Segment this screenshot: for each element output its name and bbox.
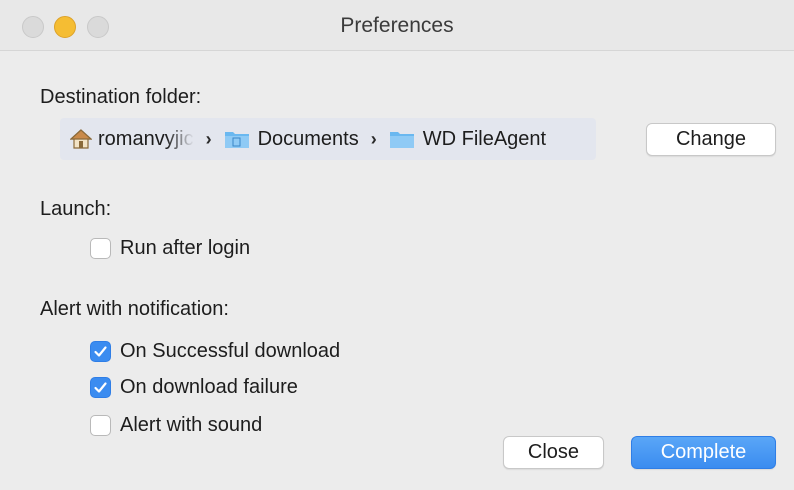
run-after-login-checkbox[interactable]: [90, 238, 111, 259]
home-icon: [70, 129, 92, 149]
complete-button[interactable]: Complete: [631, 436, 776, 469]
successful-download-option[interactable]: On Successful download: [90, 340, 340, 363]
successful-download-checkbox[interactable]: [90, 341, 111, 362]
alert-sound-option[interactable]: Alert with sound: [90, 414, 262, 437]
launch-label: Launch:: [40, 198, 112, 220]
window-title: Preferences: [340, 14, 454, 37]
checkmark-icon: [94, 346, 107, 357]
download-failure-checkbox[interactable]: [90, 377, 111, 398]
path-separator: ›: [370, 128, 377, 149]
successful-download-label: On Successful download: [120, 340, 341, 362]
change-folder-button[interactable]: Change: [646, 123, 776, 156]
path-segment-label: Documents: [257, 127, 359, 150]
path-segment-label: WD FileAgent: [422, 127, 547, 150]
path-segment-label: romanvyjic: [98, 127, 194, 151]
download-failure-label: On download failure: [120, 376, 298, 398]
path-segment-documents[interactable]: Documents: [224, 128, 359, 151]
alert-notification-label: Alert with notification:: [40, 298, 229, 320]
destination-folder-label: Destination folder:: [40, 86, 202, 108]
destination-path-control[interactable]: romanvyjic › Documents › WD FileAgent: [60, 118, 596, 160]
path-separator: ›: [205, 128, 212, 149]
path-segment-wd-fileagent[interactable]: WD FileAgent: [389, 128, 546, 151]
documents-folder-icon: [224, 132, 249, 148]
download-failure-option[interactable]: On download failure: [90, 376, 298, 399]
preferences-window: Preferences Destination folder: romanvyj…: [0, 0, 794, 490]
run-after-login-label: Run after login: [120, 237, 251, 259]
alert-sound-label: Alert with sound: [120, 414, 263, 436]
checkmark-icon: [94, 382, 107, 393]
run-after-login-option[interactable]: Run after login: [90, 237, 250, 260]
path-segment-home[interactable]: romanvyjic: [70, 127, 194, 151]
folder-icon: [389, 132, 414, 148]
alert-sound-checkbox[interactable]: [90, 415, 111, 436]
close-button[interactable]: Close: [503, 436, 604, 469]
title-bar[interactable]: Preferences: [0, 0, 794, 51]
